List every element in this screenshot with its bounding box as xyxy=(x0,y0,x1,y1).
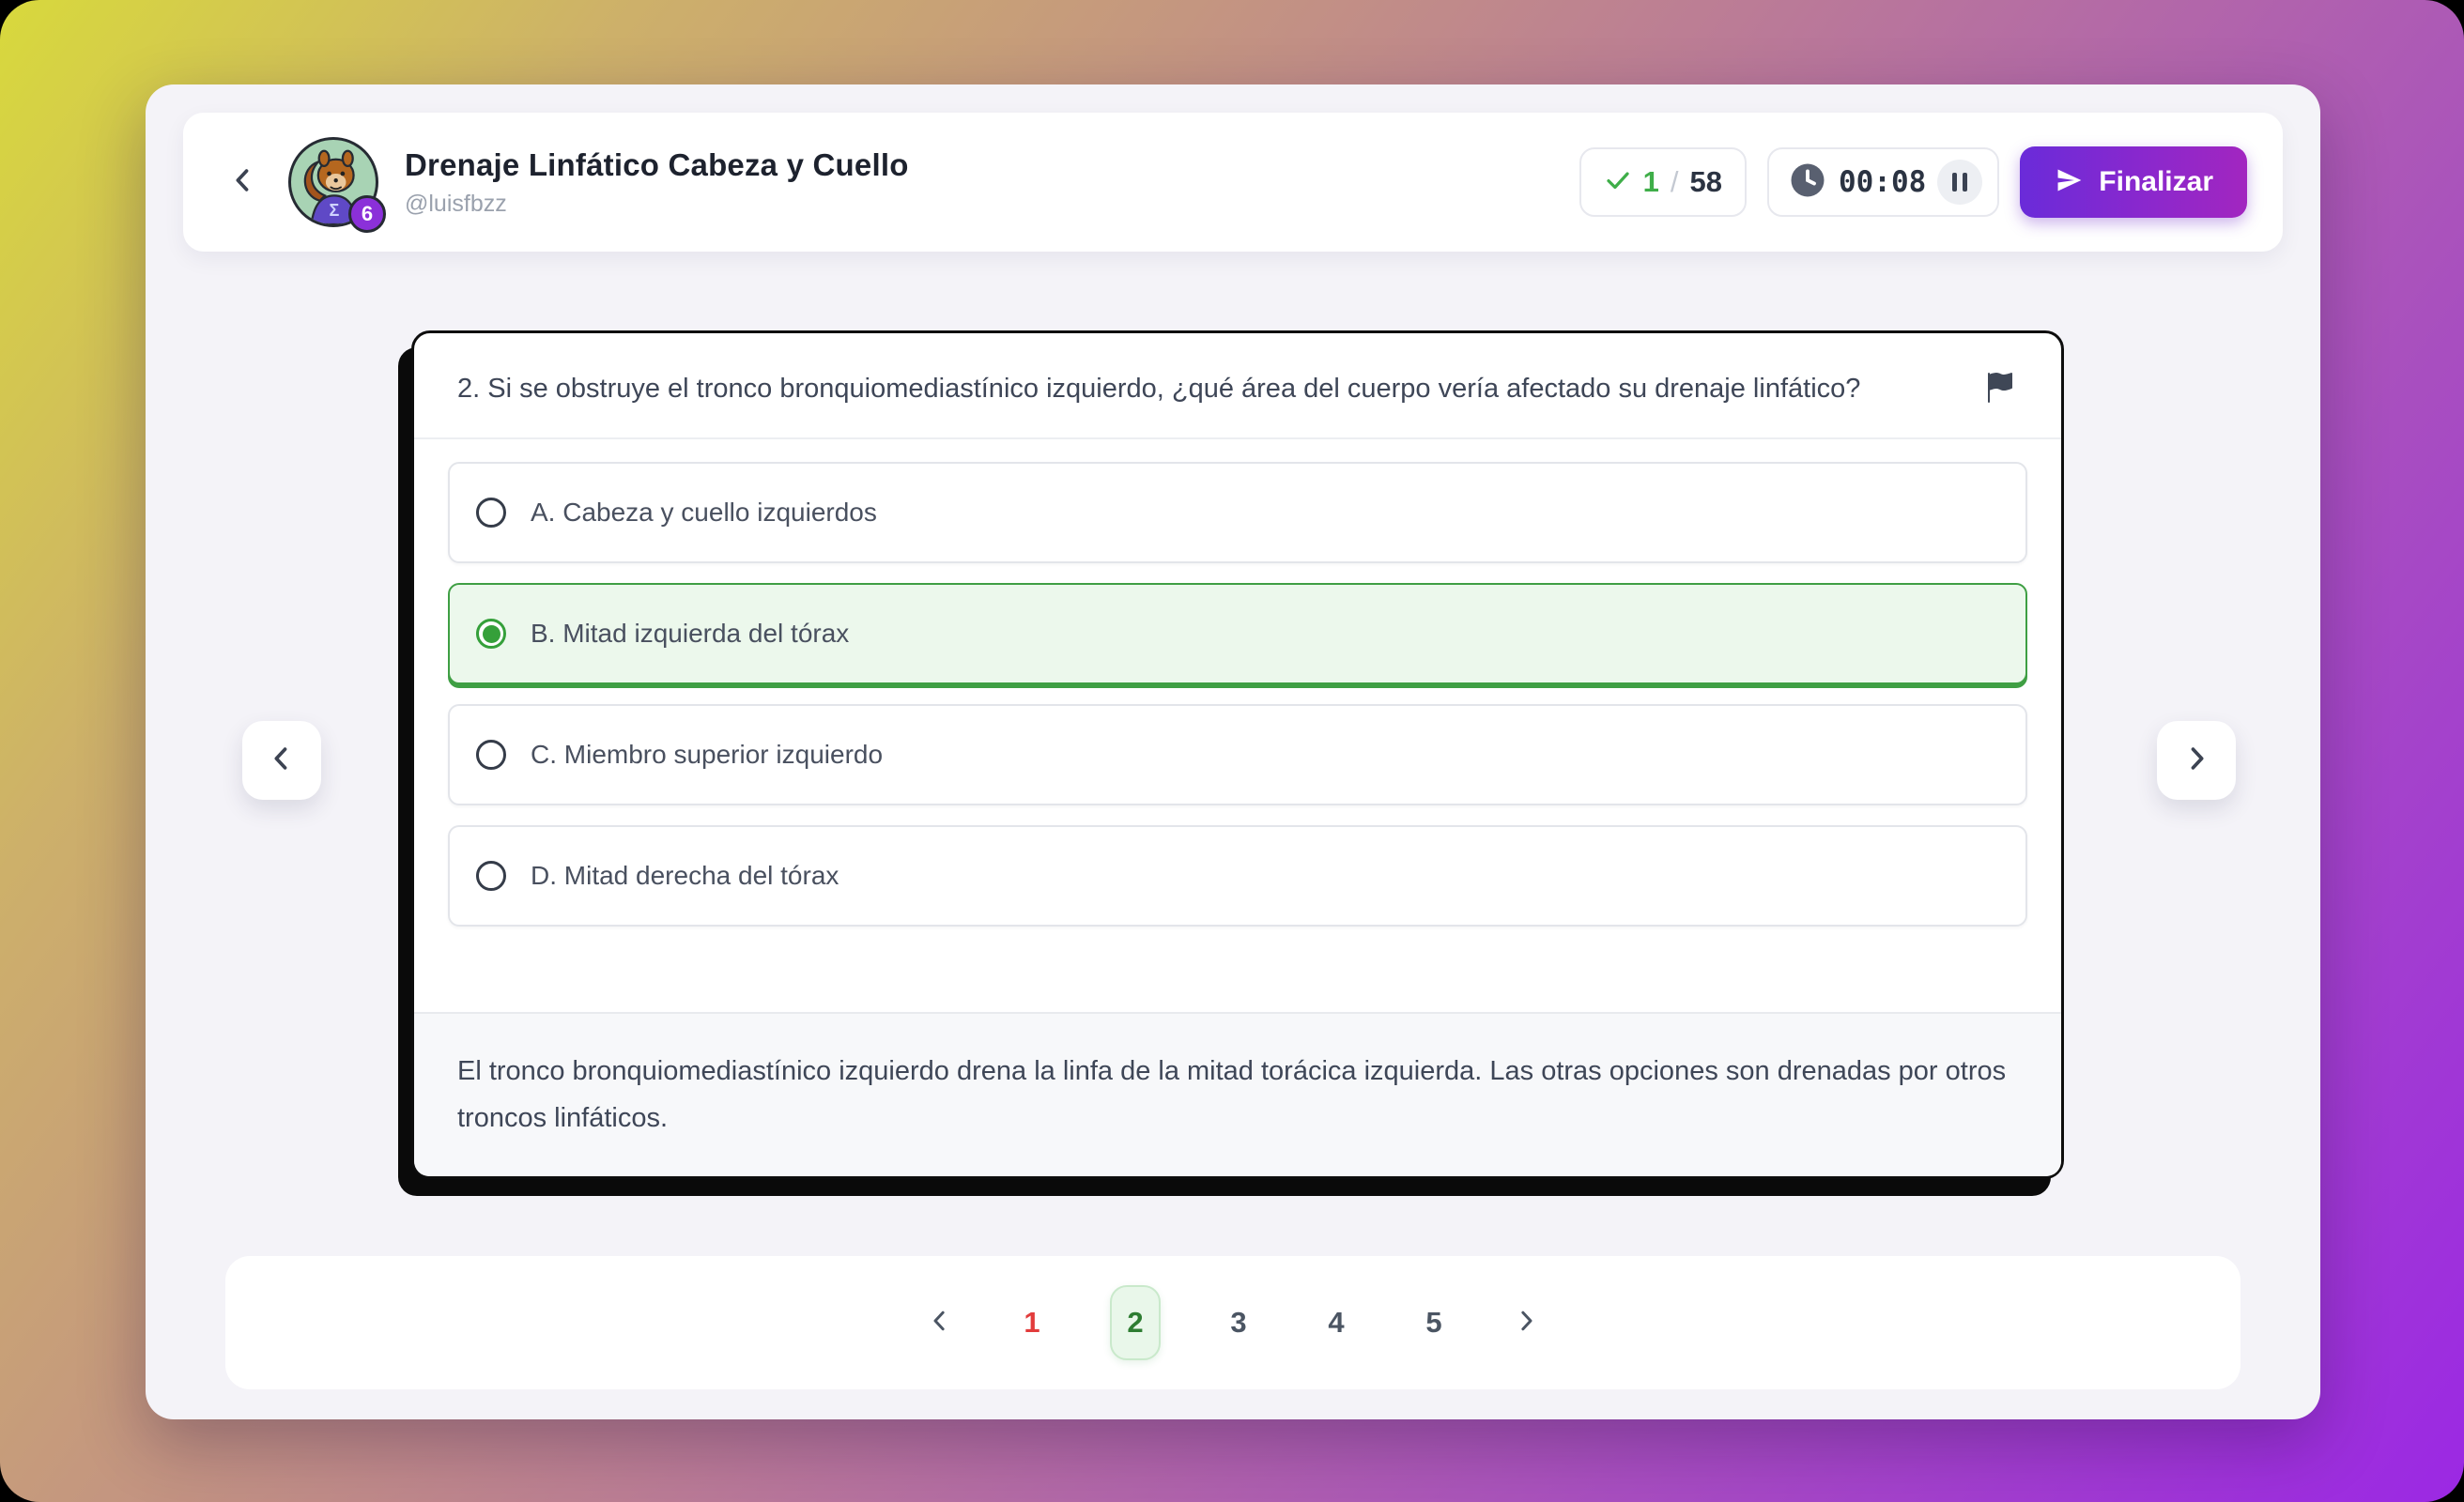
option-c[interactable]: C. Miembro superior izquierdo xyxy=(448,704,2027,805)
radio-unselected-icon[interactable] xyxy=(476,740,506,770)
level-badge: 6 xyxy=(348,195,386,233)
title-block: Drenaje Linfático Cabeza y Cuello @luisf… xyxy=(405,147,909,218)
options-list: A. Cabeza y cuello izquierdos B. Mitad i… xyxy=(414,439,2061,955)
chevron-right-icon xyxy=(1512,1307,1540,1340)
timer-badge: 00:08 xyxy=(1767,147,1999,217)
avatar: Σ 6 xyxy=(288,137,378,227)
option-a-label: A. Cabeza y cuello izquierdos xyxy=(531,498,877,528)
chevron-left-icon xyxy=(227,164,259,201)
finish-button-label: Finalizar xyxy=(2099,166,2213,198)
explanation-text: El tronco bronquiomediastínico izquierdo… xyxy=(414,1012,2061,1177)
timer-value: 00:08 xyxy=(1839,165,1926,199)
finish-button[interactable]: Finalizar xyxy=(2020,146,2247,218)
page-title: Drenaje Linfático Cabeza y Cuello xyxy=(405,147,909,183)
option-d[interactable]: D. Mitad derecha del tórax xyxy=(448,825,2027,927)
option-d-label: D. Mitad derecha del tórax xyxy=(531,861,839,891)
next-question-button[interactable] xyxy=(2157,721,2236,800)
option-c-label: C. Miembro superior izquierdo xyxy=(531,740,883,770)
progress-badge: 1 / 58 xyxy=(1579,147,1747,217)
question-text: 2. Si se obstruye el tronco bronquiomedi… xyxy=(457,367,1932,411)
app-background: Σ 6 Drenaje Linfático Cabeza y Cuello @l… xyxy=(0,0,2464,1502)
author-username: @luisfbzz xyxy=(405,191,909,218)
question-card: 2. Si se obstruye el tronco bronquiomedi… xyxy=(411,330,2064,1179)
clock-icon xyxy=(1788,161,1827,205)
page-5-button[interactable]: 5 xyxy=(1414,1306,1454,1340)
flag-question-button[interactable] xyxy=(1979,367,2020,413)
radio-unselected-icon[interactable] xyxy=(476,861,506,891)
chevron-right-icon xyxy=(2180,743,2212,779)
option-b-label: B. Mitad izquierda del tórax xyxy=(531,619,849,649)
pagination-bar: 1 2 3 4 5 xyxy=(225,1256,2241,1389)
pause-button[interactable] xyxy=(1937,160,1982,205)
pagination-next-button[interactable] xyxy=(1512,1307,1540,1340)
prev-question-button[interactable] xyxy=(242,721,321,800)
option-a[interactable]: A. Cabeza y cuello izquierdos xyxy=(448,462,2027,563)
page-4-button[interactable]: 4 xyxy=(1317,1306,1356,1340)
header-bar: Σ 6 Drenaje Linfático Cabeza y Cuello @l… xyxy=(183,113,2283,252)
chevron-left-icon xyxy=(926,1307,954,1340)
option-b-selected[interactable]: B. Mitad izquierda del tórax xyxy=(448,583,2027,684)
quiz-panel: Σ 6 Drenaje Linfático Cabeza y Cuello @l… xyxy=(146,84,2320,1419)
radio-unselected-icon[interactable] xyxy=(476,498,506,528)
pagination-prev-button[interactable] xyxy=(926,1307,954,1340)
svg-text:Σ: Σ xyxy=(329,201,339,220)
chevron-left-icon xyxy=(266,743,298,779)
total-questions: 58 xyxy=(1689,165,1721,199)
radio-selected-icon[interactable] xyxy=(476,619,506,649)
back-button[interactable] xyxy=(219,158,268,207)
page-2-button-active[interactable]: 2 xyxy=(1110,1285,1161,1360)
progress-separator: / xyxy=(1671,165,1679,199)
page-3-button[interactable]: 3 xyxy=(1219,1306,1258,1340)
page-1-button[interactable]: 1 xyxy=(1012,1306,1052,1340)
flag-icon xyxy=(1984,391,2014,406)
answered-count: 1 xyxy=(1643,165,1659,199)
check-icon xyxy=(1604,166,1632,199)
send-icon xyxy=(2054,165,2084,200)
